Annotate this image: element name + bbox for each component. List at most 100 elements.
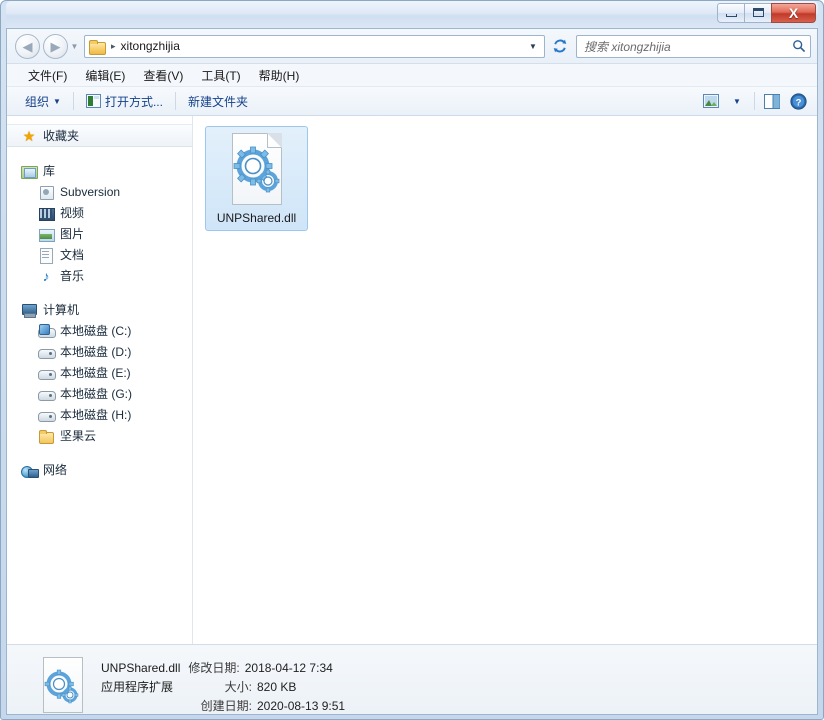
- folder-icon: [38, 428, 54, 444]
- toolbar-separator: [174, 92, 176, 110]
- sidebar-label-network: 网络: [43, 463, 68, 477]
- sidebar-item-computer[interactable]: 计算机: [7, 299, 192, 320]
- menu-tools[interactable]: 工具(T): [192, 65, 249, 86]
- sidebar-label-nutstore: 坚果云: [60, 429, 97, 443]
- close-button[interactable]: X: [771, 2, 816, 23]
- help-icon: ?: [789, 92, 807, 110]
- search-input[interactable]: 搜索 xitongzhijia: [584, 38, 792, 55]
- menu-edit[interactable]: 编辑(E): [76, 65, 134, 86]
- sidebar-item-drive-h[interactable]: 本地磁盘 (H:): [7, 404, 192, 425]
- star-icon: ★: [22, 127, 36, 144]
- sidebar-item-drive-c[interactable]: 本地磁盘 (C:): [7, 320, 192, 341]
- folder-icon: [89, 39, 106, 55]
- svg-text:?: ?: [795, 97, 801, 108]
- details-pane: UNPShared.dll 修改日期: 2018-04-12 7:34 应用程序…: [7, 644, 817, 714]
- address-row: ◀ ▶ ▼ ▸ xitongzhijia ▼ 搜索 xitongzhijia: [7, 29, 817, 64]
- sidebar-item-drive-g[interactable]: 本地磁盘 (G:): [7, 383, 192, 404]
- menu-file[interactable]: 文件(F): [19, 65, 76, 86]
- sidebar-item-videos[interactable]: 视频: [7, 202, 192, 223]
- command-toolbar: 组织 ▼ 打开方式... 新建文件夹 ▼ ?: [7, 87, 817, 116]
- forward-arrow-icon: ▶: [50, 38, 61, 54]
- new-folder-label: 新建文件夹: [187, 94, 248, 109]
- forward-button[interactable]: ▶: [43, 33, 68, 59]
- dll-icon: [226, 133, 288, 207]
- sidebar-label-drive-e: 本地磁盘 (E:): [60, 366, 131, 380]
- chevron-down-icon: ▼: [53, 96, 61, 106]
- drive-icon: [38, 386, 56, 402]
- documents-icon: [38, 247, 54, 264]
- sidebar-label-drive-h: 本地磁盘 (H:): [60, 408, 132, 422]
- new-folder-button[interactable]: 新建文件夹: [180, 90, 256, 113]
- details-created-key: 创建日期:: [200, 699, 252, 713]
- maximize-button[interactable]: [744, 2, 771, 23]
- navigation-pane[interactable]: ★ 收藏夹 库 Subversion 视频 图片 文档 ♪ 音乐 计算机 本地磁…: [7, 116, 193, 644]
- details-size-value: 820 KB: [257, 680, 297, 694]
- sidebar-label-music: 音乐: [60, 269, 85, 283]
- minimize-icon: [725, 13, 737, 17]
- file-list-pane[interactable]: UNPShared.dll: [193, 116, 817, 644]
- sidebar-item-libraries[interactable]: 库: [7, 160, 192, 181]
- toolbar-right-group: ▼ ?: [698, 90, 811, 112]
- sidebar-item-pictures[interactable]: 图片: [7, 223, 192, 244]
- toolbar-separator: [72, 92, 74, 110]
- explorer-window: X ◀ ▶ ▼ ▸ xitongzhijia ▼ 搜索 xitongzhijia…: [0, 0, 824, 720]
- sidebar-label-computer: 计算机: [43, 303, 80, 317]
- preview-pane-button[interactable]: [759, 90, 785, 112]
- view-options-icon: [703, 94, 719, 108]
- dll-icon: [39, 657, 87, 714]
- organize-button[interactable]: 组织 ▼: [17, 90, 69, 113]
- search-icon: [793, 40, 806, 53]
- help-button[interactable]: ?: [785, 90, 811, 112]
- sidebar-item-drive-e[interactable]: 本地磁盘 (E:): [7, 362, 192, 383]
- sidebar-item-documents[interactable]: 文档: [7, 244, 192, 265]
- refresh-icon: [553, 39, 567, 53]
- menu-help[interactable]: 帮助(H): [250, 65, 309, 86]
- minimize-button[interactable]: [717, 2, 744, 23]
- organize-label: 组织: [25, 94, 50, 109]
- sidebar-item-music[interactable]: ♪ 音乐: [7, 265, 192, 286]
- sidebar-item-subversion[interactable]: Subversion: [7, 181, 192, 202]
- open-with-icon: [85, 94, 101, 108]
- menu-bar: 文件(F) 编辑(E) 查看(V) 工具(T) 帮助(H): [7, 64, 817, 87]
- view-options-button[interactable]: [698, 90, 724, 112]
- history-dropdown-button[interactable]: ▼: [68, 34, 81, 59]
- back-button[interactable]: ◀: [15, 33, 40, 59]
- details-created-value: 2020-08-13 9:51: [257, 699, 346, 713]
- file-item-unpshared-dll[interactable]: UNPShared.dll: [205, 126, 308, 231]
- sidebar-label-drive-d: 本地磁盘 (D:): [60, 345, 132, 359]
- network-icon: [21, 462, 39, 478]
- search-box[interactable]: 搜索 xitongzhijia: [576, 34, 811, 58]
- sidebar-label-libraries: 库: [43, 164, 56, 178]
- address-dropdown-button[interactable]: ▼: [524, 36, 542, 57]
- drive-icon: [38, 407, 56, 423]
- system-drive-icon: [38, 323, 56, 339]
- breadcrumb-path[interactable]: xitongzhijia: [121, 39, 180, 53]
- title-bar: X: [6, 1, 818, 28]
- sidebar-item-drive-d[interactable]: 本地磁盘 (D:): [7, 341, 192, 362]
- sidebar-label-drive-c: 本地磁盘 (C:): [60, 324, 132, 338]
- sidebar-item-favorites[interactable]: ★ 收藏夹: [7, 124, 192, 147]
- details-size-key: 大小:: [224, 680, 252, 694]
- back-arrow-icon: ◀: [22, 38, 33, 54]
- explorer-body: ★ 收藏夹 库 Subversion 视频 图片 文档 ♪ 音乐 计算机 本地磁…: [7, 116, 817, 644]
- library-icon: [21, 163, 38, 179]
- window-controls: X: [717, 2, 816, 23]
- maximize-icon: [752, 8, 764, 17]
- open-with-button[interactable]: 打开方式...: [78, 90, 171, 113]
- sidebar-item-network[interactable]: 网络: [7, 459, 192, 480]
- drive-icon: [38, 344, 56, 360]
- drive-icon: [38, 365, 56, 381]
- file-name-label: UNPShared.dll: [216, 211, 297, 225]
- sidebar-label-subversion: Subversion: [60, 184, 121, 199]
- sidebar-label-favorites: 收藏夹: [43, 129, 80, 143]
- sidebar-label-pictures: 图片: [60, 227, 85, 241]
- menu-view[interactable]: 查看(V): [134, 65, 192, 86]
- address-bar[interactable]: ▸ xitongzhijia ▼: [84, 34, 545, 58]
- sidebar-item-nutstore[interactable]: 坚果云: [7, 425, 192, 446]
- view-options-dropdown[interactable]: ▼: [724, 90, 750, 112]
- refresh-button[interactable]: [548, 35, 572, 58]
- details-row-name: UNPShared.dll 修改日期: 2018-04-12 7:34: [101, 659, 345, 676]
